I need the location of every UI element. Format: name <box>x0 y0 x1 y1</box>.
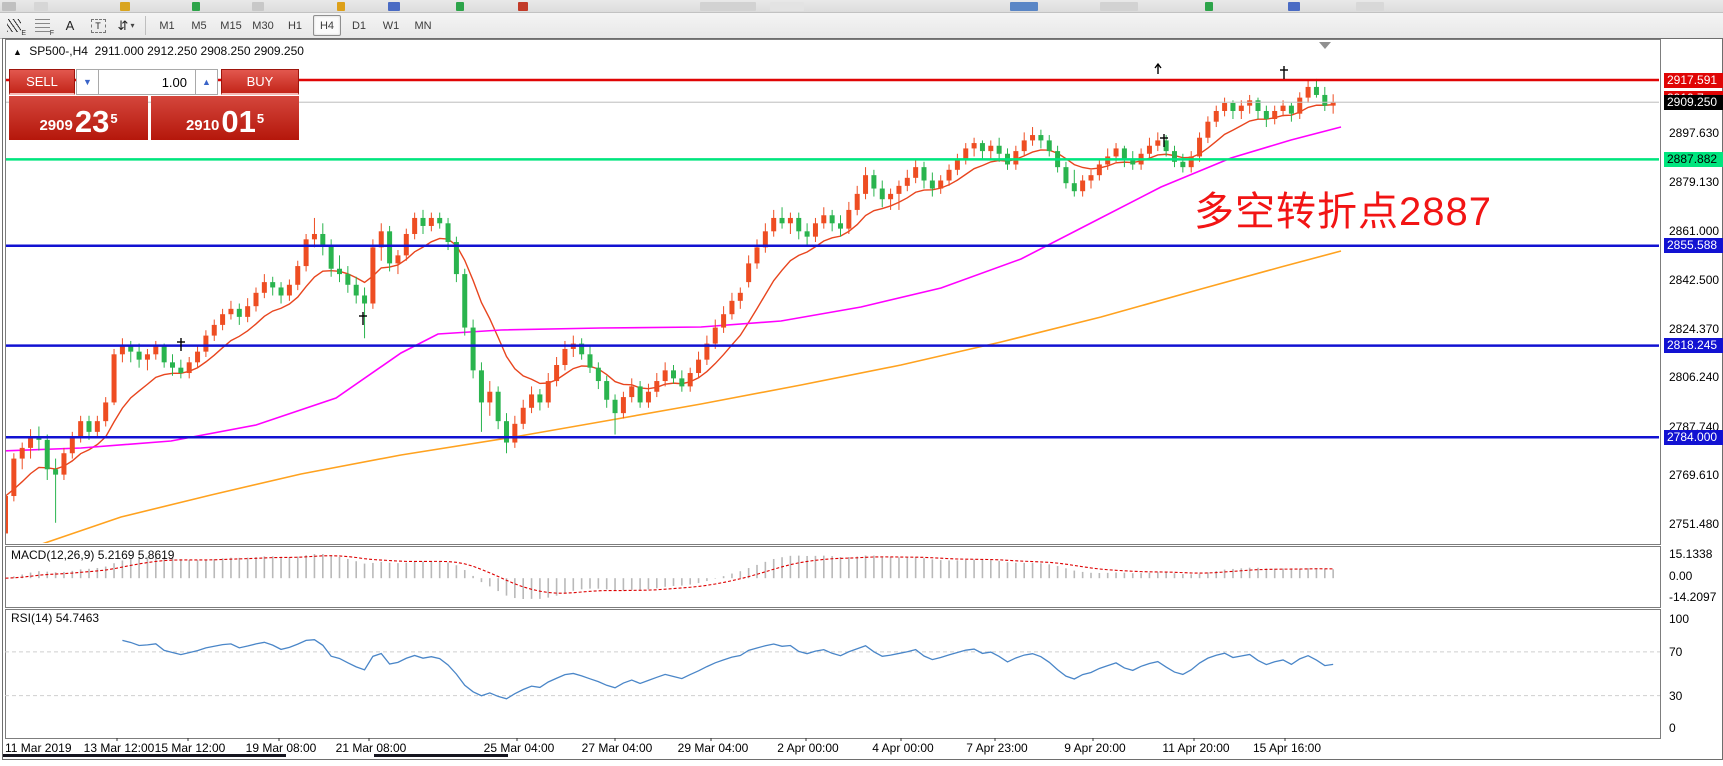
sell-price-small: 2909 <box>39 116 72 136</box>
trading-platform-window: E F A T ⇵▾ M1M5M15M30H1H4D1W1MN ▲ SP500-… <box>0 0 1723 766</box>
buy-price-big: 01 <box>221 108 255 136</box>
macd-indicator-label: MACD(12,26,9) 5.2169 5.8619 <box>11 548 174 562</box>
timeframe-button-m5[interactable]: M5 <box>185 15 213 36</box>
toolbar-icon-fragment <box>700 2 756 11</box>
chart-toolbar: E F A T ⇵▾ M1M5M15M30H1H4D1W1MN <box>0 13 1723 39</box>
chart-annotation-text: 多空转折点2887 <box>1194 179 1492 237</box>
date-axis-label: 11 Apr 20:00 <box>1162 741 1229 755</box>
collapse-triangle-icon[interactable]: ▲ <box>13 47 22 57</box>
timeframe-button-group: M1M5M15M30H1H4D1W1MN <box>151 15 439 36</box>
chart-canvas <box>3 39 1722 757</box>
arrows-icon[interactable]: ⇵▾ <box>113 16 139 36</box>
toolbar-icon-fragment <box>1356 2 1384 11</box>
date-axis-label: 25 Mar 04:00 <box>484 741 555 755</box>
price-level-tag: 2784.000 <box>1664 430 1723 445</box>
text-label-icon[interactable]: A <box>57 16 83 36</box>
rsi-scale-label: 30 <box>1669 689 1723 704</box>
date-axis-label: 15 Apr 16:00 <box>1253 741 1321 755</box>
upper-toolbar-partial <box>0 0 1723 13</box>
toolbar-separator <box>145 16 146 35</box>
toolbar-icon-fragment <box>1205 2 1213 11</box>
price-tick-label: 2751.480 <box>1669 517 1723 532</box>
toolbar-icon-fragment <box>1288 2 1300 11</box>
toolbar-icon-fragment <box>518 2 528 11</box>
price-tick-label: 2806.240 <box>1669 370 1723 385</box>
timeframe-button-h1[interactable]: H1 <box>281 15 309 36</box>
toolbar-icon-fragment <box>2 2 16 11</box>
date-axis-label: 15 Mar 12:00 <box>155 741 226 755</box>
price-level-tag: 2917.591 <box>1664 73 1723 88</box>
lot-size-input[interactable] <box>98 69 196 95</box>
toolbar-icon-fragment <box>337 2 345 11</box>
toolbar-icon-fragment <box>34 2 48 11</box>
toolbar-icon-fragment <box>388 2 400 11</box>
equidistant-channel-icon[interactable]: E <box>1 16 27 36</box>
price-level-tag: 2855.588 <box>1664 238 1723 253</box>
chart-title: ▲ SP500-,H4 2911.000 2912.250 2908.250 2… <box>13 44 304 58</box>
chart-ohlc-values: 2911.000 2912.250 2908.250 2909.250 <box>95 44 304 58</box>
sell-price-sup: 5 <box>110 102 117 136</box>
timeframe-button-m30[interactable]: M30 <box>249 15 277 36</box>
lot-increase-button[interactable]: ▲ <box>195 69 218 95</box>
toolbar-icon-fragment <box>456 2 464 11</box>
date-axis-label: 11 Mar 2019 <box>5 741 72 755</box>
rsi-scale-label: 0 <box>1669 721 1723 736</box>
timeframe-button-m15[interactable]: M15 <box>217 15 245 36</box>
toolbar-icon-fragment <box>1100 2 1138 11</box>
price-level-tag: 2818.245 <box>1664 338 1723 353</box>
timeframe-button-h4[interactable]: H4 <box>313 15 341 36</box>
price-level-tag: 2909.250 <box>1664 95 1723 110</box>
timeframe-button-w1[interactable]: W1 <box>377 15 405 36</box>
buy-button[interactable]: BUY <box>221 69 299 95</box>
macd-scale-label: 15.1338 <box>1669 547 1723 562</box>
price-tick-label: 2879.130 <box>1669 175 1723 190</box>
date-axis-label: 13 Mar 12:00 <box>84 741 155 755</box>
lot-decrease-button[interactable]: ▼ <box>76 69 99 95</box>
toolbar-icon-fragment <box>192 2 200 11</box>
date-axis-label: 19 Mar 08:00 <box>246 741 317 755</box>
macd-scale-label: -14.2097 <box>1669 590 1723 605</box>
rsi-indicator-label: RSI(14) 54.7463 <box>11 611 99 625</box>
date-axis-label: 21 Mar 08:00 <box>336 741 407 755</box>
date-axis-label: 2 Apr 00:00 <box>777 741 838 755</box>
macd-scale-label: 0.00 <box>1669 569 1723 584</box>
sell-price-box[interactable]: 2909 23 5 <box>9 96 148 140</box>
price-level-tag: 2887.882 <box>1664 152 1723 167</box>
date-axis-label: 4 Apr 00:00 <box>872 741 933 755</box>
date-axis-label: 7 Apr 23:00 <box>966 741 1027 755</box>
rsi-scale-label: 70 <box>1669 645 1723 660</box>
fibonacci-icon[interactable]: F <box>29 16 55 36</box>
toolbar-icon-fragment <box>252 2 264 11</box>
toolbar-icon-fragment <box>770 2 804 11</box>
price-tick-label: 2861.000 <box>1669 224 1723 239</box>
date-axis-label: 9 Apr 20:00 <box>1064 741 1125 755</box>
timeframe-button-m1[interactable]: M1 <box>153 15 181 36</box>
sell-price-big: 23 <box>75 108 109 136</box>
price-tick-label: 2897.630 <box>1669 126 1723 141</box>
timeframe-button-mn[interactable]: MN <box>409 15 437 36</box>
price-tick-label: 2842.500 <box>1669 273 1723 288</box>
one-click-trading-panel: SELL ▼ ▲ BUY 2909 23 5 2910 01 5 <box>9 69 299 140</box>
price-tick-label: 2824.370 <box>1669 322 1723 337</box>
buy-price-small: 2910 <box>186 116 219 136</box>
chart-window: ▲ SP500-,H4 2911.000 2912.250 2908.250 2… <box>2 38 1723 760</box>
date-axis-label: 29 Mar 04:00 <box>678 741 749 755</box>
toolbar-icon-fragment <box>120 2 130 11</box>
sell-button[interactable]: SELL <box>9 69 75 95</box>
rsi-scale-label: 100 <box>1669 612 1723 627</box>
buy-price-box[interactable]: 2910 01 5 <box>151 96 299 140</box>
timeframe-button-d1[interactable]: D1 <box>345 15 373 36</box>
buy-price-sup: 5 <box>257 102 264 136</box>
price-tick-label: 2769.610 <box>1669 468 1723 483</box>
date-axis-label: 27 Mar 04:00 <box>582 741 653 755</box>
toolbar-icon-fragment <box>1010 2 1038 11</box>
chart-symbol: SP500-,H4 <box>29 44 88 58</box>
text-box-icon[interactable]: T <box>85 16 111 36</box>
